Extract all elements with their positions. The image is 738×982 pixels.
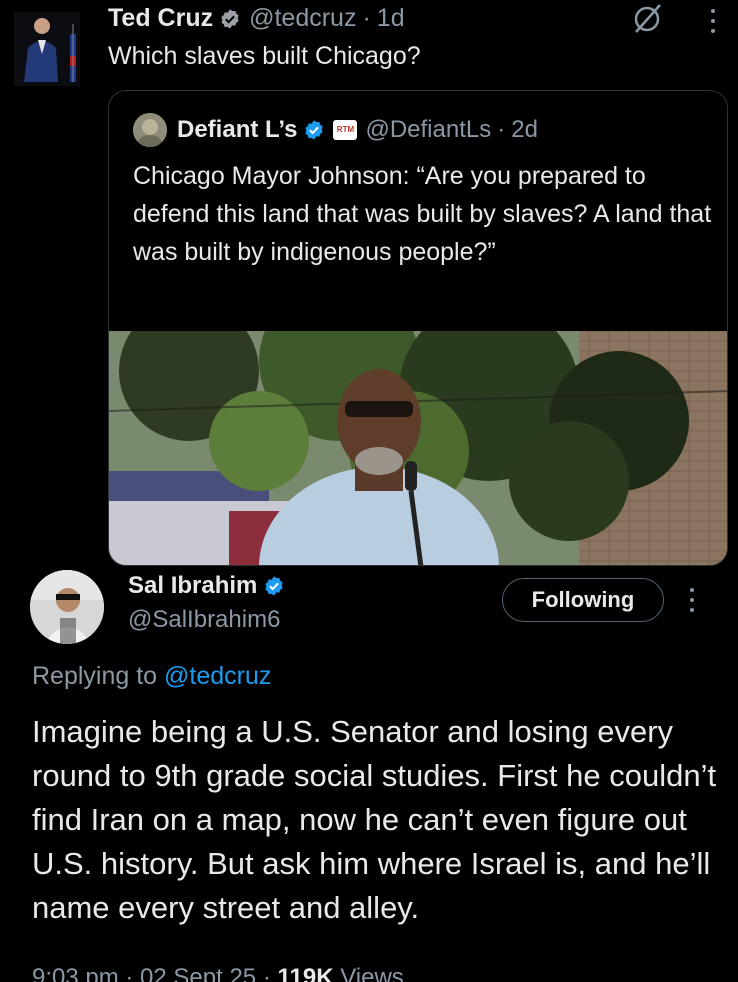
replying-to-line: Replying to @tedcruz	[32, 662, 271, 691]
reply-text: Imagine being a U.S. Senator and losing …	[32, 714, 717, 925]
reply-timestamp[interactable]: 9:03 pm · 02 Sept 25 ·	[32, 964, 271, 982]
top-tweet-name[interactable]: Ted Cruz	[108, 4, 213, 33]
top-tweet-handle[interactable]: @tedcruz	[249, 4, 356, 33]
quoted-tweet-video[interactable]	[109, 331, 727, 565]
verified-badge-icon	[305, 120, 324, 140]
separator-dot: ·	[362, 4, 371, 32]
quoted-tweet-age: 2d	[511, 116, 538, 143]
affiliate-badge-icon: RTM	[333, 120, 358, 140]
grok-icon[interactable]	[630, 2, 664, 36]
reply-meta: 9:03 pm · 02 Sept 25 · 119K Views	[32, 964, 404, 982]
replying-to-handle-link[interactable]: @tedcruz	[164, 662, 271, 690]
quoted-tweet-handle[interactable]: @DefiantLs	[365, 116, 491, 144]
verified-badge-icon	[265, 576, 283, 596]
verified-badge-icon	[221, 8, 239, 29]
top-tweet-header: Ted Cruz @tedcruz · 1d	[108, 4, 405, 33]
reply-views-label: Views	[340, 964, 404, 982]
quoted-tweet-name[interactable]: Defiant L’s	[177, 116, 297, 144]
defiant-ls-avatar[interactable]	[133, 113, 167, 147]
reply-author-name[interactable]: Sal Ibrahim	[128, 572, 257, 600]
separator-dot: ·	[497, 116, 506, 143]
top-tweet-text: Which slaves built Chicago?	[108, 42, 421, 70]
replying-to-prefix: Replying to	[32, 662, 158, 690]
sal-ibrahim-avatar[interactable]	[30, 570, 104, 644]
ted-cruz-avatar[interactable]	[14, 12, 80, 86]
quoted-tweet-header: Defiant L’s RTM @DefiantLs · 2d	[133, 113, 538, 147]
quoted-tweet-card[interactable]: Defiant L’s RTM @DefiantLs · 2d Chicago …	[108, 90, 728, 566]
more-options-icon[interactable]	[700, 6, 726, 36]
reply-author-name-row: Sal Ibrahim	[128, 572, 285, 600]
top-tweet-age: 1d	[376, 4, 405, 32]
quoted-tweet-text: Chicago Mayor Johnson: “Are you prepared…	[133, 162, 712, 266]
reply-author-handle[interactable]: @SalIbrahim6	[128, 606, 280, 634]
following-button[interactable]: Following	[502, 578, 664, 622]
more-options-icon[interactable]	[682, 586, 702, 614]
reply-views-count: 119K	[277, 964, 334, 982]
